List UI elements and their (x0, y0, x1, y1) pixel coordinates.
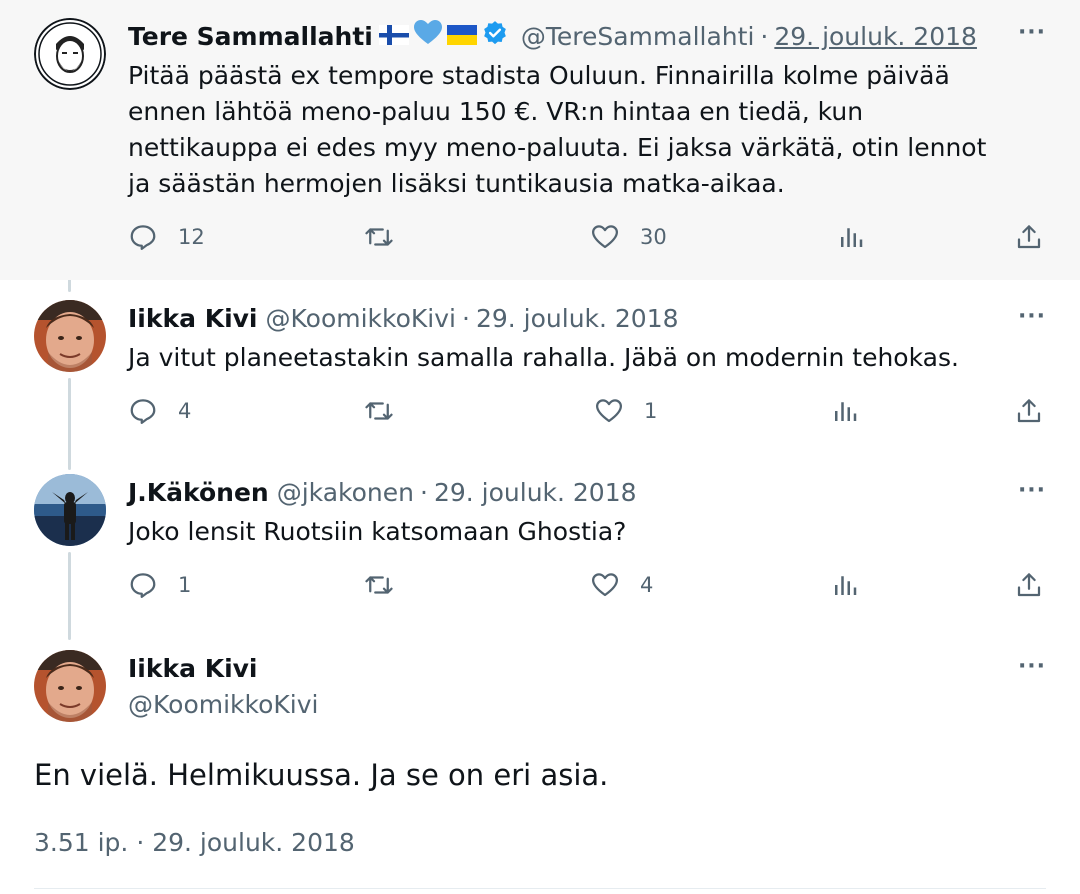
tweet-header: Tere Sammallahti @TereSammallahti · 29. … (128, 18, 977, 54)
tweet-text: Pitää päästä ex tempore stadista Ouluun.… (128, 61, 987, 198)
tweet-text: Ja vitut planeetastakin samalla rahalla.… (128, 343, 959, 372)
tweet-actions: 4 1 (128, 396, 1048, 436)
share-button[interactable] (1014, 222, 1044, 252)
like-button[interactable]: 30 (590, 222, 667, 252)
handle[interactable]: @KoomikkoKivi (128, 690, 318, 719)
more-icon[interactable]: ··· (1014, 22, 1050, 52)
avatar[interactable] (34, 650, 106, 722)
tweet-actions: 12 30 (128, 222, 1048, 262)
views-button[interactable] (830, 570, 860, 600)
display-name[interactable]: J.Käkönen (128, 478, 269, 507)
tweet-header: Iikka Kivi @KoomikkoKivi · 29. jouluk. 2… (128, 300, 679, 336)
views-button[interactable] (836, 222, 866, 252)
retweet-icon (365, 402, 393, 420)
like-button[interactable]: 4 (590, 570, 653, 600)
more-icon[interactable]: ··· (1014, 480, 1050, 510)
share-icon (1017, 399, 1041, 423)
like-button[interactable]: 1 (594, 396, 657, 426)
separator: · (462, 303, 470, 333)
avatar[interactable] (34, 300, 106, 372)
tweet[interactable]: J.Käkönen @jkakonen · 29. jouluk. 2018 ·… (0, 452, 1080, 632)
divider (34, 888, 1046, 889)
avatar-image (34, 650, 106, 722)
avatar-image (34, 474, 106, 546)
retweet-button[interactable] (364, 222, 414, 252)
name-emojis (378, 20, 513, 52)
handle[interactable]: @KoomikkoKivi (266, 304, 456, 333)
views-button[interactable] (830, 396, 860, 426)
share-button[interactable] (1014, 396, 1044, 426)
handle[interactable]: @TereSammallahti (521, 22, 755, 51)
reply-button[interactable]: 4 (128, 396, 191, 426)
like-icon (592, 573, 618, 597)
retweet-button[interactable] (364, 570, 414, 600)
reply-count: 1 (178, 573, 192, 597)
ukraine-flag-icon (446, 22, 477, 51)
reply-button[interactable]: 1 (128, 570, 191, 600)
tweet-timestamp[interactable]: 3.51 ip. · 29. jouluk. 2018 (34, 828, 355, 857)
handle[interactable]: @jkakonen (277, 478, 414, 507)
blue-heart-icon (413, 20, 442, 52)
focused-tweet: Iikka Kivi @KoomikkoKivi ··· En vielä. H… (0, 632, 1080, 894)
tweet-actions: 1 4 (128, 570, 1048, 610)
avatar[interactable] (34, 18, 106, 90)
reply-icon (130, 573, 156, 598)
like-icon (596, 399, 622, 423)
tweet-date-link[interactable]: 29. jouluk. 2018 (476, 304, 679, 333)
retweet-icon (365, 228, 393, 246)
more-icon[interactable]: ··· (1014, 656, 1050, 686)
tweet-handle-row: @KoomikkoKivi (128, 686, 318, 722)
avatar[interactable] (34, 474, 106, 546)
reply-icon (130, 399, 156, 424)
reply-count: 4 (178, 399, 192, 423)
like-icon (592, 225, 618, 249)
tweet-text: Joko lensit Ruotsiin katsomaan Ghostia? (128, 517, 627, 546)
retweet-button[interactable] (364, 396, 414, 426)
reply-button[interactable]: 12 (128, 222, 205, 252)
display-name[interactable]: Iikka Kivi (128, 654, 258, 683)
separator: · (760, 21, 769, 51)
share-icon (1017, 225, 1041, 249)
tweet-text: En vielä. Helmikuussa. Ja se on eri asia… (34, 758, 609, 792)
tweet-date-link[interactable]: 29. jouluk. 2018 (774, 22, 977, 51)
retweet-icon (365, 576, 393, 594)
tweet-date-link[interactable]: 29. jouluk. 2018 (434, 478, 637, 507)
display-name[interactable]: Tere Sammallahti (128, 22, 373, 51)
share-icon (1017, 573, 1041, 597)
avatar-image (34, 18, 106, 90)
tweet[interactable]: Iikka Kivi @KoomikkoKivi · 29. jouluk. 2… (0, 280, 1080, 452)
more-icon[interactable]: ··· (1014, 306, 1050, 336)
like-count: 30 (640, 225, 667, 249)
finland-flag-icon (378, 22, 409, 51)
tweet-header: Iikka Kivi (128, 650, 258, 686)
like-count: 4 (640, 573, 654, 597)
tweet[interactable]: Tere Sammallahti @TereSammallahti · 29. … (0, 0, 1080, 280)
share-button[interactable] (1014, 570, 1044, 600)
tweet-header: J.Käkönen @jkakonen · 29. jouluk. 2018 (128, 474, 637, 510)
display-name[interactable]: Iikka Kivi (128, 304, 258, 333)
verified-badge-icon (482, 20, 508, 52)
reply-icon (130, 225, 156, 250)
separator: · (420, 477, 428, 507)
views-icon (835, 402, 857, 421)
views-icon (841, 228, 863, 247)
avatar-image (34, 300, 106, 372)
views-icon (835, 576, 857, 595)
reply-count: 12 (178, 225, 205, 249)
like-count: 1 (644, 399, 658, 423)
